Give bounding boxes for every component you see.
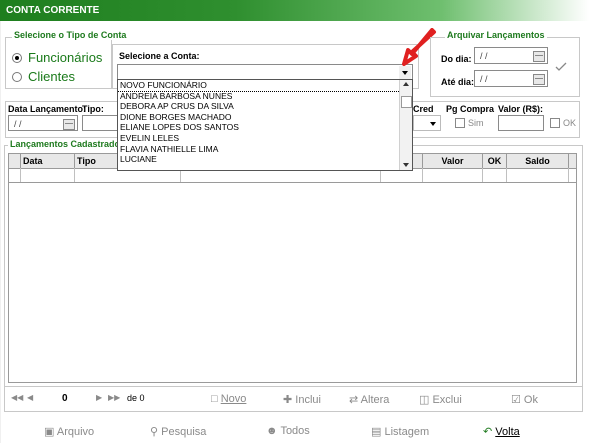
ok-checkbox[interactable]	[550, 118, 560, 128]
data-lancamento-field[interactable]: / /	[8, 115, 78, 131]
group-icon: ☻	[266, 425, 278, 437]
pesquisa-button[interactable]: ⚲ Pesquisa	[150, 425, 206, 438]
altera-label: Altera	[360, 394, 390, 406]
row-indicator	[9, 168, 21, 182]
scroll-down-icon[interactable]	[403, 163, 409, 167]
radio-funcionarios[interactable]: Funcionários	[12, 50, 102, 65]
navigator-bar: ◀◀ ◀ 0 ▶ ▶▶ de 0 □ Novo ✚ Inclui ⇄ Alter…	[4, 386, 583, 412]
list-scrollbar[interactable]	[399, 80, 412, 170]
next-record-icon[interactable]: ▶	[96, 393, 102, 402]
altera-button[interactable]: ⇄ Altera	[349, 393, 389, 406]
ate-dia-value: / /	[480, 74, 488, 84]
record-position: 0	[62, 393, 68, 404]
valor-label: Valor (R$):	[498, 104, 544, 114]
novo-button[interactable]: □ Novo	[211, 393, 246, 405]
todos-button[interactable]: ☻ Todos	[266, 425, 310, 437]
table-cell[interactable]	[507, 168, 569, 182]
header-ok: OK	[483, 154, 507, 168]
pg-compra-label: Pg Compra	[446, 104, 495, 114]
volta-button[interactable]: ↶ Volta	[483, 425, 520, 438]
listagem-button[interactable]: ▤ Listagem	[371, 425, 429, 438]
header-data: Data	[21, 154, 75, 168]
calendar-icon[interactable]	[533, 51, 545, 62]
table-cell[interactable]	[21, 168, 75, 182]
tipo-field[interactable]	[82, 115, 118, 131]
todos-label: Todos	[280, 425, 310, 437]
ate-dia-field[interactable]: / /	[474, 70, 548, 87]
exclui-label: Exclui	[432, 394, 462, 406]
check-icon[interactable]	[555, 62, 567, 72]
archive-icon: ▣	[44, 426, 55, 438]
radio-clientes-indicator	[12, 71, 22, 82]
header-indicator	[9, 154, 21, 168]
inclui-button[interactable]: ✚ Inclui	[283, 393, 321, 406]
data-lancamento-label: Data Lançamento:	[8, 104, 87, 114]
window-title: CONTA CORRENTE	[6, 5, 100, 16]
cred-label: Cred	[413, 104, 434, 114]
calendar-icon[interactable]	[533, 74, 545, 85]
radio-clientes-label: Clientes	[28, 69, 75, 84]
lancamentos-table[interactable]: Data Tipo Valor OK Saldo	[8, 153, 577, 383]
title-bar: CONTA CORRENTE	[0, 0, 589, 21]
cadastrados-legend: Lançamentos Cadastrados	[8, 139, 128, 149]
chevron-down-icon[interactable]	[427, 117, 439, 130]
scroll-up-icon[interactable]	[403, 82, 409, 86]
cred-select[interactable]	[413, 115, 441, 131]
list-item[interactable]: LUCIANE	[118, 154, 412, 165]
sim-checkbox[interactable]	[455, 118, 465, 128]
conta-label: Selecione a Conta:	[119, 51, 200, 61]
data-lancamento-value: / /	[14, 119, 22, 129]
tipo-label: Tipo:	[82, 104, 104, 114]
arquivo-label: Arquivo	[56, 426, 95, 438]
list-item[interactable]: EVELIN LELES	[118, 133, 412, 144]
table-cell[interactable]	[483, 168, 507, 182]
list-item[interactable]: DIONE BORGES MACHADO	[118, 112, 412, 123]
prev-record-icon[interactable]: ◀	[27, 393, 33, 402]
list-item[interactable]: FLAVIA NATHIELLE LIMA	[118, 144, 412, 155]
header-saldo: Saldo	[507, 154, 569, 168]
conta-select[interactable]	[117, 64, 413, 80]
ate-dia-label: Até dia:	[441, 77, 475, 87]
exclui-button[interactable]: ◫ Exclui	[419, 393, 462, 406]
list-item[interactable]: ANDREIA BARBOSA NUNES	[118, 91, 412, 102]
search-icon: ⚲	[150, 426, 159, 438]
tipo-conta-legend: Selecione o Tipo de Conta	[12, 30, 129, 40]
arquivo-button[interactable]: ▣ Arquivo	[44, 425, 94, 438]
list-item[interactable]: NOVO FUNCIONÁRIO	[118, 80, 412, 92]
list-item[interactable]: ELIANE LOPES DOS SANTOS	[118, 122, 412, 133]
ok-label: OK	[563, 118, 577, 128]
do-dia-field[interactable]: / /	[474, 47, 548, 64]
volta-label: Volta	[495, 426, 520, 438]
back-icon: ↶	[483, 426, 493, 438]
novo-label: Novo	[220, 393, 247, 405]
do-dia-value: / /	[480, 51, 488, 61]
sim-label: Sim	[468, 118, 484, 128]
calendar-icon[interactable]	[63, 119, 75, 130]
radio-clientes[interactable]: Clientes	[12, 69, 75, 84]
last-record-icon[interactable]: ▶▶	[108, 393, 120, 402]
ok-button[interactable]: ☑ Ok	[511, 393, 538, 406]
pesquisa-label: Pesquisa	[161, 426, 207, 438]
do-dia-label: Do dia:	[441, 54, 472, 64]
first-record-icon[interactable]: ◀◀	[11, 393, 23, 402]
valor-field[interactable]	[498, 115, 544, 131]
record-total: de 0	[127, 393, 145, 403]
radio-funcionarios-indicator	[12, 52, 22, 63]
inclui-label: Inclui	[295, 394, 321, 406]
listagem-label: Listagem	[384, 426, 430, 438]
header-valor: Valor	[423, 154, 483, 168]
ok-button-label: Ok	[523, 394, 538, 406]
table-cell[interactable]	[423, 168, 483, 182]
radio-funcionarios-label: Funcionários	[28, 50, 103, 65]
conta-dropdown-list[interactable]: NOVO FUNCIONÁRIO ANDREIA BARBOSA NUNES D…	[117, 79, 413, 171]
arquivar-legend: Arquivar Lançamentos	[445, 30, 547, 40]
list-icon: ▤	[371, 426, 382, 438]
list-item[interactable]: DEBORA AP CRUS DA SILVA	[118, 101, 412, 112]
scroll-thumb[interactable]	[401, 96, 412, 108]
